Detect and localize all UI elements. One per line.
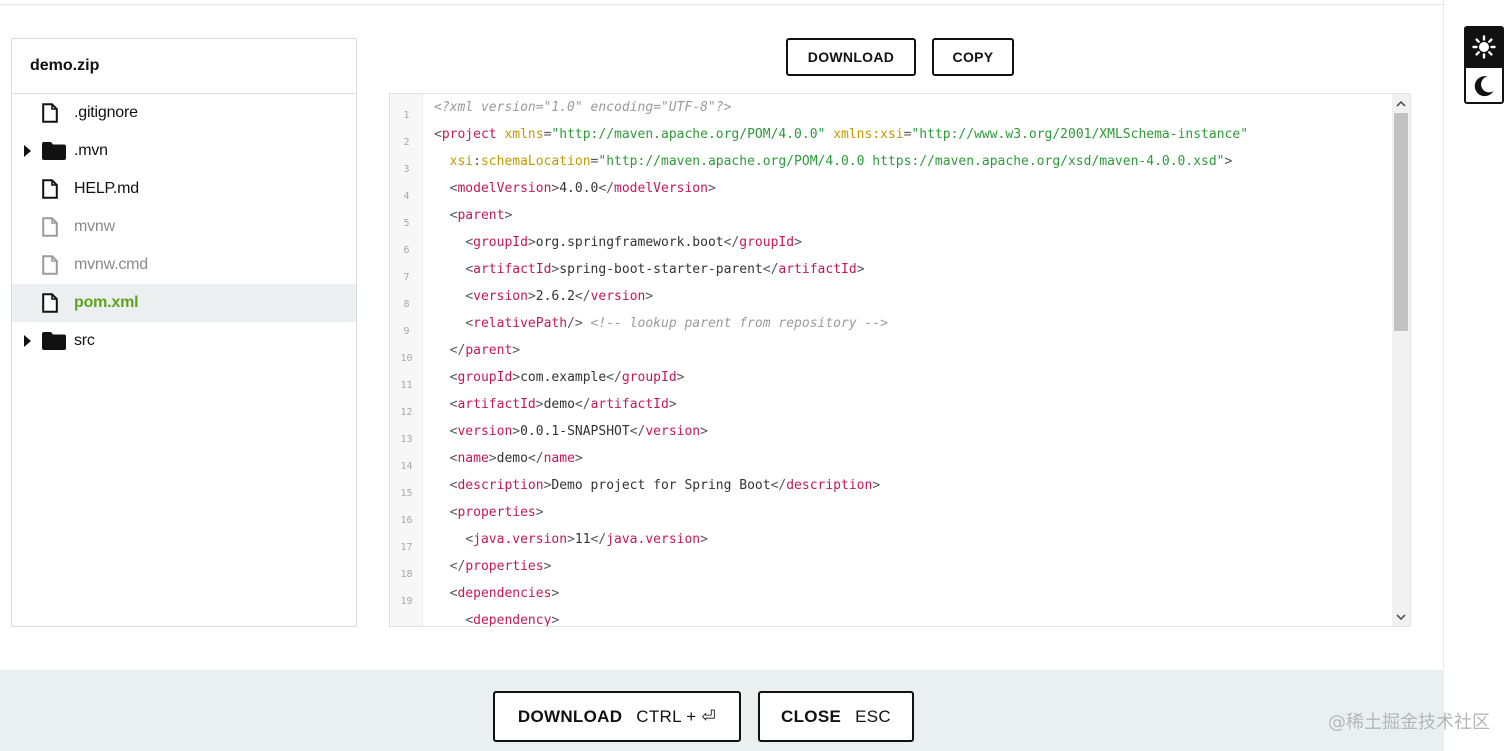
tree-item-label: pom.xml [74,294,139,311]
line-number: 1 [403,110,410,121]
line-number: 11 [400,380,413,391]
code-line: <version>2.6.2</version> [465,289,654,304]
line-number: 13 [400,434,413,445]
code-line: <parent> [449,208,513,223]
line-number: 12 [400,407,413,418]
file-icon [42,178,70,200]
line-number: 2 [403,137,410,148]
code-line: <?xml version="1.0" encoding="UTF-8"?> [434,100,732,115]
line-number: 17 [400,542,413,553]
code-line: <groupId>com.example</groupId> [449,370,685,385]
scrollbar-thumb[interactable] [1394,113,1408,331]
download-button[interactable]: DOWNLOAD [786,38,916,76]
folder-icon [42,330,70,352]
tree-item-mvn[interactable]: .mvn [12,132,356,170]
copy-button[interactable]: COPY [932,38,1014,76]
line-number: 14 [400,461,413,472]
scroll-up-icon[interactable] [1396,99,1406,107]
tree-item-gitignore[interactable]: .gitignore [12,94,356,132]
file-explorer: demo.zip .gitignore .mvn HELP.md mvnw mvnw.c… [11,38,357,627]
line-number: 4 [403,191,410,202]
line-number: 9 [403,326,410,337]
code-line: <modelVersion>4.0.0</modelVersion> [449,181,716,196]
tree-item-pom-xml[interactable]: pom.xml [12,284,356,322]
download-shortcut: CTRL + ⏎ [636,706,717,726]
tree-item-help-md[interactable]: HELP.md [12,170,356,208]
tree-item-mvnw-cmd[interactable]: mvnw.cmd [12,246,356,284]
tree-item-src[interactable]: src [12,322,356,360]
code-line: <version>0.0.1-SNAPSHOT</version> [449,424,708,439]
dark-theme-button[interactable] [1466,66,1502,102]
line-number: 6 [403,245,410,256]
code-line: <description>Demo project for Spring Boo… [449,478,881,493]
file-tree: .gitignore .mvn HELP.md mvnw mvnw.cmd pom.xml… [12,94,356,360]
line-number: 10 [400,353,413,364]
code-line: xsi:schemaLocation="http://maven.apache.… [449,154,1233,169]
close-label: CLOSE [781,706,842,726]
close-button[interactable]: CLOSE ESC [758,691,914,742]
close-shortcut: ESC [855,706,891,726]
tree-item-mvnw[interactable]: mvnw [12,208,356,246]
tree-item-label: .gitignore [74,104,138,121]
download-shortcut-button[interactable]: DOWNLOAD CTRL + ⏎ [493,691,741,742]
code-line: <groupId>org.springframework.boot</group… [465,235,802,250]
code-content[interactable]: <?xml version="1.0" encoding="UTF-8"?> <p… [434,94,1390,626]
download-label: DOWNLOAD [517,706,623,726]
file-icon [42,292,70,314]
code-line: </parent> [449,343,521,358]
code-line: <name>demo</name> [449,451,583,466]
line-number: 5 [403,218,410,229]
top-divider [0,4,1444,5]
tree-item-label: HELP.md [74,180,140,197]
line-number: 18 [400,569,413,580]
code-line: <dependencies> [449,586,560,601]
code-line: <artifactId>demo</artifactId> [449,397,677,412]
line-number: 8 [403,299,410,310]
tree-item-label: src [74,332,95,349]
line-number: 16 [400,515,413,526]
folder-icon [42,140,70,162]
tree-item-label: .mvn [74,142,108,159]
line-number: 3 [403,164,410,175]
theme-toggle [1464,26,1504,104]
line-number: 19 [400,596,413,607]
code-line: </properties> [449,559,552,574]
expand-caret-icon[interactable] [24,335,31,347]
watermark: @稀土掘金技术社区 [1328,712,1490,733]
line-number-gutter: 1 2 3 4 5 6 7 8 9 10 11 12 13 14 15 16 17 18 19 [390,94,423,626]
tree-item-label: mvnw [74,218,115,235]
code-line: <java.version>11</java.version> [465,532,708,547]
explorer-title: demo.zip [12,39,356,94]
vertical-scrollbar[interactable] [1392,94,1410,626]
sun-icon [1472,35,1496,59]
file-icon [42,254,70,276]
code-line: <dependency> [465,613,560,627]
code-line: <artifactId>spring-boot-starter-parent</… [465,262,865,277]
expand-caret-icon[interactable] [24,145,31,157]
file-icon [42,216,70,238]
file-icon [42,102,70,124]
line-number: 15 [400,488,413,499]
tree-item-label: mvnw.cmd [74,256,148,273]
code-editor[interactable]: 1 2 3 4 5 6 7 8 9 10 11 12 13 14 15 16 17 18 19 <?xml vers… [389,93,1411,627]
right-divider [1443,0,1444,751]
scroll-down-icon[interactable] [1396,613,1406,621]
light-theme-button[interactable] [1466,28,1502,66]
code-line: <relativePath/> <!-- lookup parent from … [465,316,888,331]
code-line: <project xmlns="http://maven.apache.org/… [434,127,1249,142]
moon-icon [1474,76,1494,97]
code-line: <properties> [449,505,544,520]
line-number: 7 [403,272,410,283]
